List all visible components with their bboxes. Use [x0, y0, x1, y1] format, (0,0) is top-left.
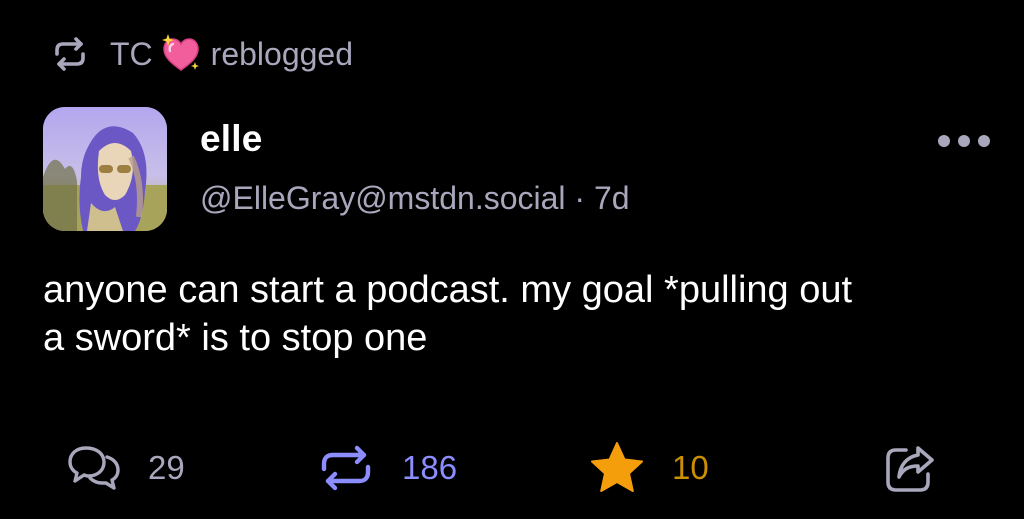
reply-count: 29 — [148, 449, 185, 486]
more-options-button[interactable] — [938, 126, 990, 156]
share-icon — [882, 440, 938, 496]
favourite-button[interactable]: 10 — [588, 440, 709, 496]
more-dot — [978, 135, 990, 147]
reblog-header[interactable]: TC reblogged — [48, 32, 353, 76]
boost-icon — [316, 440, 376, 496]
more-dot — [938, 135, 950, 147]
reply-button[interactable]: 29 — [66, 440, 185, 496]
sparkling-heart-icon — [159, 32, 203, 76]
status-post[interactable]: TC reblogged elle @ElleGray@mstdn.social… — [0, 0, 1024, 519]
reply-icon — [66, 440, 122, 496]
booster-name[interactable]: TC — [110, 36, 153, 73]
post-age[interactable]: 7d — [594, 180, 630, 216]
boost-count: 186 — [402, 449, 458, 486]
author-handle[interactable]: @ElleGray@mstdn.social — [200, 180, 566, 216]
avatar[interactable] — [43, 107, 167, 231]
author-display-name[interactable]: elle — [200, 118, 263, 160]
author-meta-line: @ElleGray@mstdn.social · 7d — [200, 180, 630, 217]
post-content-line: anyone can start a podcast. my goal *pul… — [43, 269, 853, 311]
favourite-count: 10 — [672, 449, 709, 486]
post-content: anyone can start a podcast. my goal *pul… — [43, 266, 993, 362]
post-content-line: a sword* is to stop one — [43, 317, 428, 359]
meta-separator: · — [574, 180, 586, 216]
reblog-icon — [48, 32, 92, 76]
share-button[interactable] — [882, 440, 938, 496]
reblog-action-text: reblogged — [210, 35, 353, 72]
boost-button[interactable]: 186 — [316, 440, 457, 496]
more-dot — [958, 135, 970, 147]
star-icon — [588, 440, 646, 496]
